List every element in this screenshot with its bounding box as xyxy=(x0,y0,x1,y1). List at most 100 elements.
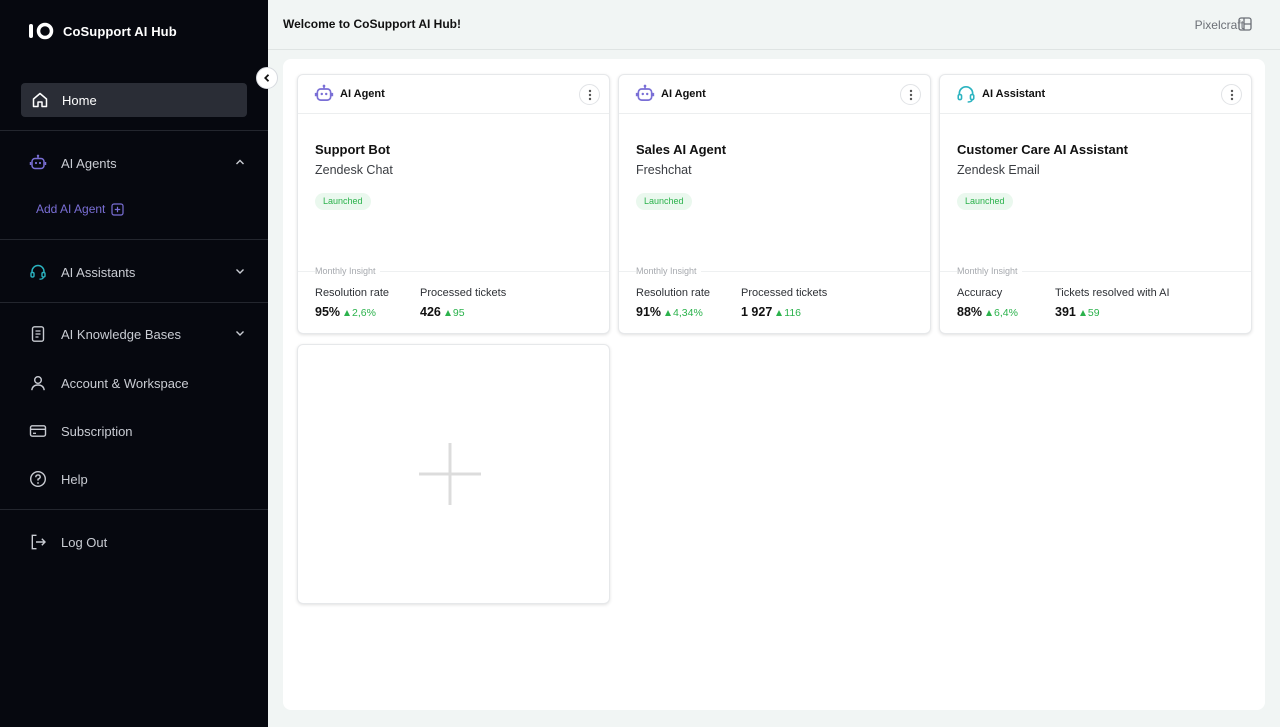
card-header: AI Agent xyxy=(619,75,930,114)
credit-card-icon xyxy=(28,421,48,441)
help-icon xyxy=(28,469,48,489)
add-new-card-button[interactable] xyxy=(297,344,610,604)
status-badge: Launched xyxy=(636,193,692,210)
card-type-label: AI Agent xyxy=(661,88,706,100)
metric-delta: 59 xyxy=(1079,307,1100,319)
cosupport-logo-icon xyxy=(29,22,54,40)
chevron-left-icon xyxy=(264,74,270,82)
metric-label: Resolution rate xyxy=(636,287,710,299)
sidebar-item-label: Log Out xyxy=(61,534,108,550)
metric-value: 426 95 xyxy=(420,305,465,319)
more-options-button[interactable] xyxy=(1221,84,1242,105)
chevron-up-icon[interactable] xyxy=(234,156,246,168)
sidebar-item-help[interactable]: Help xyxy=(28,467,246,491)
metric-label: Processed tickets xyxy=(741,287,828,299)
sidebar-item-account-workspace[interactable]: Account & Workspace xyxy=(28,371,246,395)
metric-number: 1 927 xyxy=(741,305,773,319)
kebab-menu-icon xyxy=(588,89,591,100)
kebab-menu-icon xyxy=(909,89,912,100)
card-channel: Zendesk Chat xyxy=(315,163,393,177)
chevron-down-icon[interactable] xyxy=(234,265,246,277)
user-icon xyxy=(28,373,48,393)
headset-icon xyxy=(28,262,48,282)
logo[interactable]: CoSupport AI Hub xyxy=(28,22,177,40)
sidebar-item-label: Help xyxy=(61,471,88,487)
metric-number: 91% xyxy=(636,305,662,319)
robot-icon xyxy=(28,153,48,173)
metric-delta-value: 4,34% xyxy=(673,307,703,319)
more-options-button[interactable] xyxy=(579,84,600,105)
plus-icon xyxy=(419,443,481,505)
status-badge: Launched xyxy=(315,193,371,210)
metric-label: Processed tickets xyxy=(420,287,507,299)
workspace-name[interactable]: Pixelcraft xyxy=(1195,18,1244,32)
sidebar: CoSupport AI Hub Home AI Agents Add AI A… xyxy=(0,0,268,727)
sidebar-divider xyxy=(0,302,268,303)
card-title: Sales AI Agent xyxy=(636,142,727,157)
add-ai-agent-label: Add AI Agent xyxy=(36,202,106,216)
metric-delta-value: 116 xyxy=(784,307,802,319)
sidebar-item-log-out[interactable]: Log Out xyxy=(28,530,246,554)
metric-delta: 2,6% xyxy=(344,307,376,319)
sidebar-divider xyxy=(0,509,268,510)
metric-delta-value: 59 xyxy=(1087,307,1100,319)
trend-up-icon xyxy=(1079,310,1086,316)
sidebar-item-label: Home xyxy=(62,92,97,108)
metric-delta-value: 2,6% xyxy=(352,307,376,319)
sidebar-item-home[interactable]: Home xyxy=(21,83,247,117)
sidebar-item-label: AI Agents xyxy=(61,155,117,171)
add-box-icon xyxy=(111,202,125,216)
trend-up-icon xyxy=(776,310,783,316)
metric-number: 426 xyxy=(420,305,441,319)
card-channel: Freshchat xyxy=(636,163,692,177)
sidebar-item-subscription[interactable]: Subscription xyxy=(28,419,246,443)
sidebar-item-ai-agents[interactable]: AI Agents xyxy=(28,151,246,175)
chevron-down-icon[interactable] xyxy=(234,327,246,339)
sidebar-item-label: AI Assistants xyxy=(61,264,136,280)
metric-label: Tickets resolved with AI xyxy=(1055,287,1170,299)
metric-delta-value: 95 xyxy=(452,307,465,319)
status-badge: Launched xyxy=(957,193,1013,210)
metric-delta: 95 xyxy=(444,307,465,319)
metric-value: 1 927 116 xyxy=(741,305,801,319)
top-bar: Welcome to CoSupport AI Hub! Pixelcraft xyxy=(268,0,1280,50)
insight-label: Monthly Insight xyxy=(636,266,701,276)
card-title: Customer Care AI Assistant xyxy=(957,142,1128,157)
metric-number: 88% xyxy=(957,305,983,319)
metric-label: Accuracy xyxy=(957,287,1003,299)
layout-icon[interactable] xyxy=(1238,17,1252,31)
metric-number: 391 xyxy=(1055,305,1076,319)
logout-icon xyxy=(28,532,48,552)
home-icon xyxy=(30,90,50,110)
trend-up-icon xyxy=(665,310,672,316)
card-header: AI Assistant xyxy=(940,75,1251,114)
add-ai-agent-link[interactable]: Add AI Agent xyxy=(36,202,125,216)
trend-up-icon xyxy=(344,310,351,316)
metric-delta: 4,34% xyxy=(665,307,703,319)
metric-number: 95% xyxy=(315,305,341,319)
card-channel: Zendesk Email xyxy=(957,163,1040,177)
metric-value: 95% 2,6% xyxy=(315,305,376,319)
assistant-card-customer-care[interactable]: AI Assistant Customer Care AI Assistant … xyxy=(939,74,1252,334)
trend-up-icon xyxy=(444,310,451,316)
metric-delta-value: 6,4% xyxy=(994,307,1018,319)
metric-delta: 116 xyxy=(776,307,801,319)
sidebar-item-label: Subscription xyxy=(61,423,133,439)
welcome-message: Welcome to CoSupport AI Hub! xyxy=(283,17,461,31)
trend-up-icon xyxy=(986,310,993,316)
card-type-label: AI Agent xyxy=(340,88,385,100)
robot-icon xyxy=(314,84,334,101)
sidebar-item-ai-knowledge-bases[interactable]: AI Knowledge Bases xyxy=(28,322,246,346)
sidebar-divider xyxy=(0,239,268,240)
kebab-menu-icon xyxy=(1230,89,1233,100)
sidebar-item-label: Account & Workspace xyxy=(61,375,189,391)
agent-card-support-bot[interactable]: AI Agent Support Bot Zendesk Chat Launch… xyxy=(297,74,610,334)
more-options-button[interactable] xyxy=(900,84,921,105)
card-header: AI Agent xyxy=(298,75,609,114)
agent-card-sales-ai-agent[interactable]: AI Agent Sales AI Agent Freshchat Launch… xyxy=(618,74,931,334)
headset-icon xyxy=(957,85,975,103)
sidebar-item-ai-assistants[interactable]: AI Assistants xyxy=(28,260,246,284)
app-name: CoSupport AI Hub xyxy=(63,23,177,39)
sidebar-item-label: AI Knowledge Bases xyxy=(61,326,181,342)
collapse-sidebar-button[interactable] xyxy=(256,67,278,89)
